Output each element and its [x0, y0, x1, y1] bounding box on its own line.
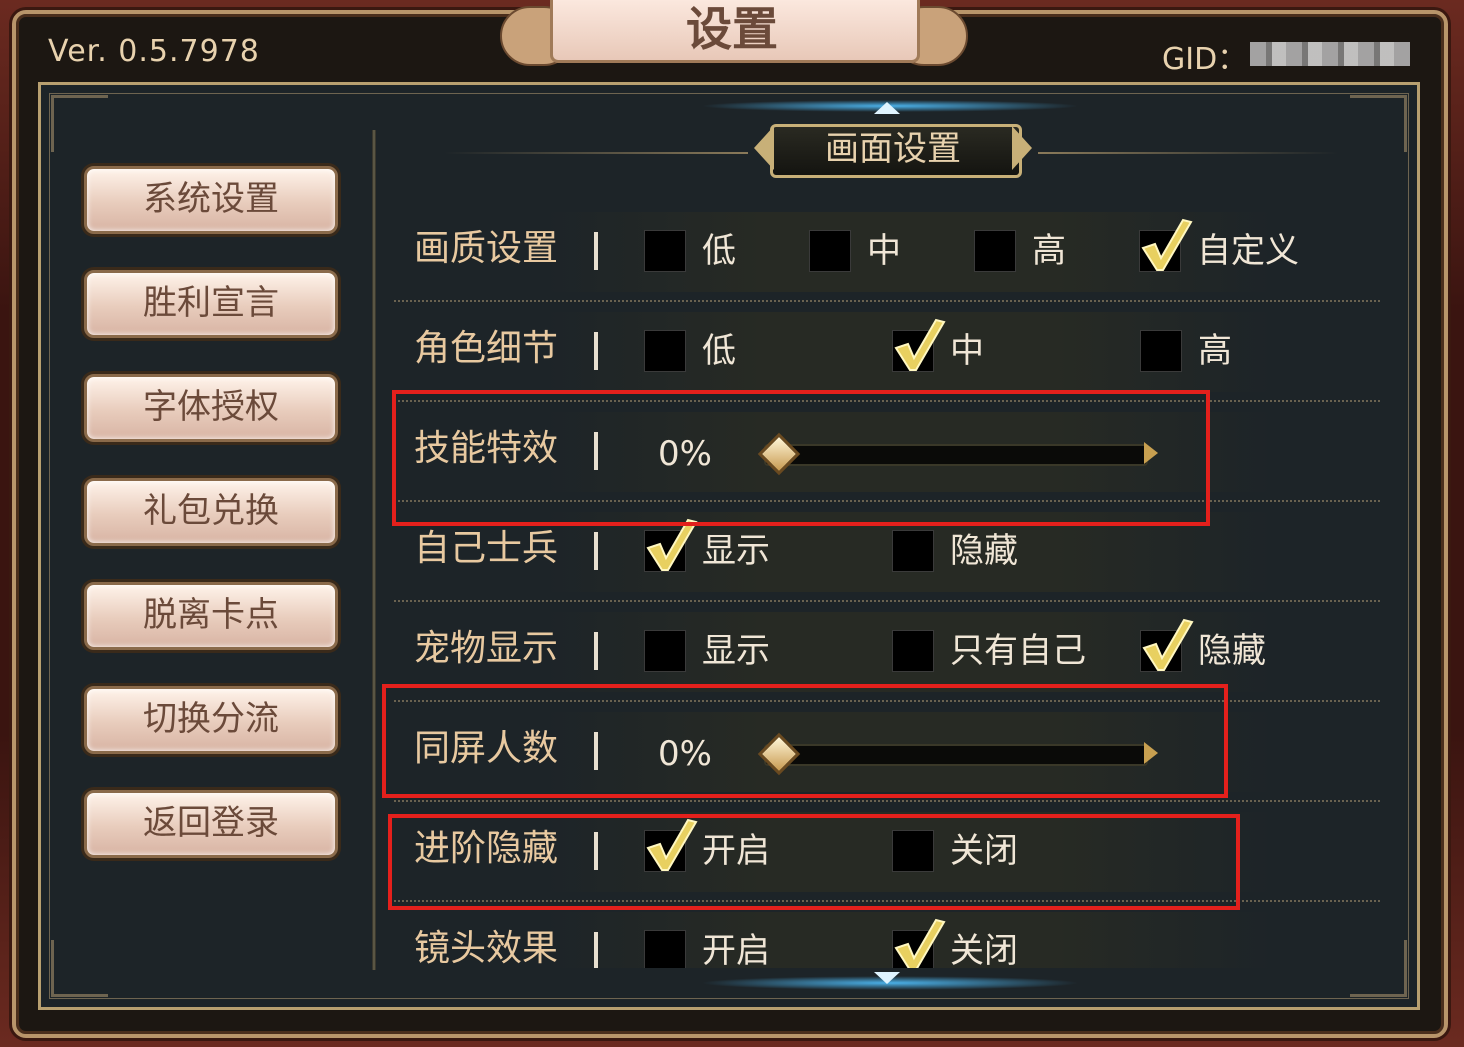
setting-label: 自己士兵	[414, 528, 559, 569]
scroll-up-arrow-icon[interactable]	[874, 102, 900, 114]
option-label: 显示	[702, 631, 770, 671]
label-separator	[594, 232, 598, 270]
option-label: 自定义	[1197, 231, 1299, 271]
highlight-box-onscreen-players	[382, 684, 1228, 798]
sidebar-item-unstuck[interactable]: 脱离卡点	[84, 582, 338, 650]
setting-row-quality: 画质设置 低 中 高 自定义	[394, 202, 1380, 302]
option-label: 高	[1032, 231, 1066, 271]
setting-row-camera-effects: 镜头效果 开启 关闭	[394, 902, 1380, 968]
setting-label: 角色细节	[414, 328, 559, 369]
option-label: 显示	[702, 531, 770, 571]
checkbox[interactable]	[644, 330, 686, 372]
sidebar-item-font-license[interactable]: 字体授权	[84, 374, 338, 442]
option-label: 高	[1198, 331, 1232, 371]
option-label: 隐藏	[950, 531, 1018, 571]
checkbox[interactable]	[892, 630, 934, 672]
checkmark-icon	[894, 918, 946, 968]
setting-label: 镜头效果	[414, 928, 559, 968]
checkbox[interactable]	[644, 630, 686, 672]
checkmark-icon	[1142, 618, 1194, 671]
sidebar-item-system-settings[interactable]: 系统设置	[84, 166, 338, 234]
option-label: 中	[950, 331, 984, 371]
checkbox[interactable]	[974, 230, 1016, 272]
setting-label: 画质设置	[414, 228, 559, 269]
setting-label: 宠物显示	[414, 628, 559, 669]
sidebar-item-return-login[interactable]: 返回登录	[84, 790, 338, 858]
label-separator	[594, 932, 598, 968]
version-text: Ver. 0.5.7978	[48, 34, 260, 69]
label-separator	[594, 332, 598, 370]
section-title: 画面设置	[825, 129, 961, 169]
corner-ornament-bl	[51, 940, 108, 997]
sidebar-item-switch-server[interactable]: 切换分流	[84, 686, 338, 754]
option-label: 中	[867, 231, 901, 271]
label-separator	[594, 632, 598, 670]
label-separator	[594, 532, 598, 570]
highlight-box-skill-effects	[392, 390, 1210, 526]
checkbox[interactable]	[644, 930, 686, 968]
option-label: 只有自己	[950, 631, 1086, 671]
option-label: 关闭	[950, 931, 1018, 968]
section-line-right	[1038, 152, 1338, 154]
option-label: 隐藏	[1198, 631, 1266, 671]
panel-divider	[372, 130, 376, 970]
scroll-down-arrow-icon[interactable]	[874, 972, 900, 984]
section-header: 画面设置	[748, 120, 1038, 178]
sidebar-item-gift-redeem[interactable]: 礼包兑换	[84, 478, 338, 546]
setting-row-character-detail: 角色细节 低 中 高	[394, 302, 1380, 402]
highlight-box-advanced-hide	[388, 814, 1240, 910]
corner-ornament-tl	[51, 95, 108, 152]
corner-ornament-tr	[1350, 95, 1407, 152]
gid-value-masked	[1250, 42, 1410, 66]
checkbox[interactable]	[1140, 330, 1182, 372]
checkmark-icon	[1141, 218, 1193, 271]
checkbox[interactable]	[809, 230, 851, 272]
checkbox[interactable]	[892, 530, 934, 572]
section-line-left	[444, 152, 748, 154]
gid-label: GID：	[1162, 42, 1248, 77]
title-plate: 设置	[500, 0, 968, 66]
checkbox[interactable]	[644, 230, 686, 272]
page-title: 设置	[686, 2, 778, 56]
checkmark-icon	[894, 318, 946, 371]
option-label: 开启	[702, 931, 770, 968]
sidebar-item-victory-declaration[interactable]: 胜利宣言	[84, 270, 338, 338]
option-label: 低	[702, 331, 736, 371]
option-label: 低	[702, 231, 736, 271]
